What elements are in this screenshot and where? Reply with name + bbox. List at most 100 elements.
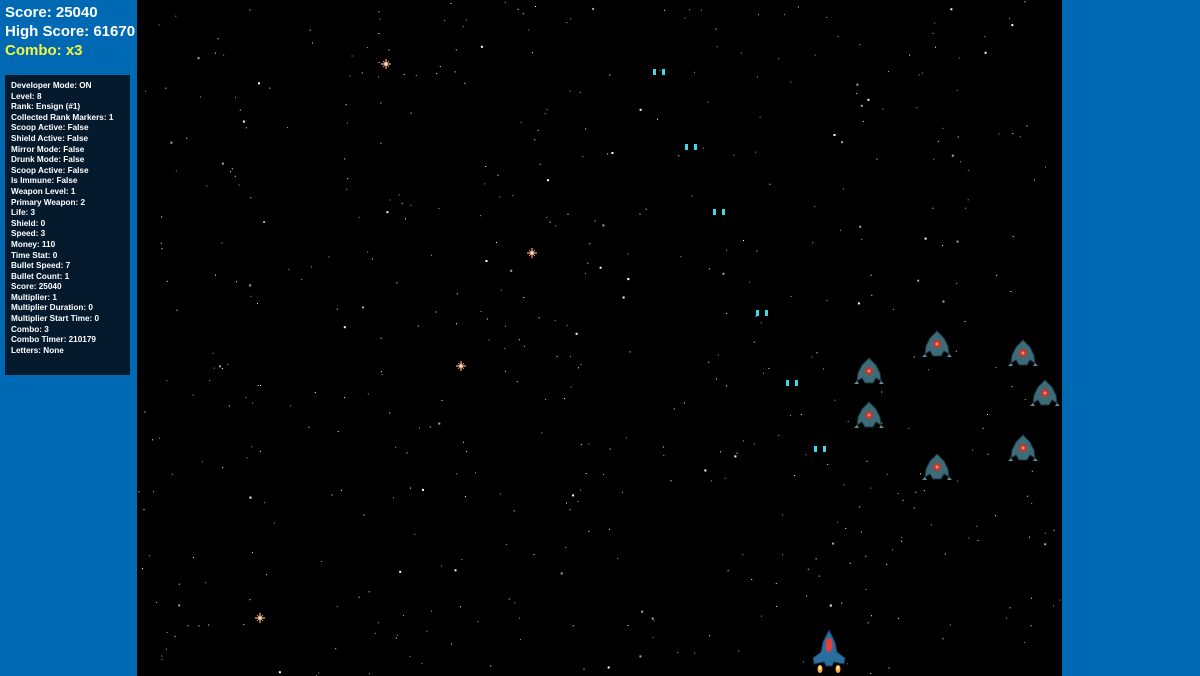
star bbox=[138, 491, 140, 493]
star bbox=[517, 8, 519, 10]
star bbox=[826, 300, 828, 301]
star bbox=[782, 554, 783, 556]
combo-display: Combo: x3 bbox=[5, 42, 83, 59]
sparkle-icon bbox=[255, 613, 265, 623]
star bbox=[221, 368, 223, 369]
star bbox=[378, 76, 379, 78]
star bbox=[367, 251, 369, 253]
star bbox=[377, 622, 379, 624]
star bbox=[331, 494, 333, 496]
star bbox=[1011, 24, 1014, 27]
star bbox=[859, 506, 861, 508]
star bbox=[336, 606, 338, 608]
star bbox=[866, 460, 868, 462]
sparkle-icon bbox=[381, 59, 391, 69]
star bbox=[518, 339, 520, 341]
star bbox=[358, 596, 360, 598]
star bbox=[859, 44, 861, 46]
star bbox=[856, 83, 859, 86]
star bbox=[753, 341, 755, 343]
star bbox=[570, 356, 572, 357]
star bbox=[942, 300, 945, 303]
star bbox=[967, 170, 969, 171]
star bbox=[1059, 599, 1061, 601]
star bbox=[480, 311, 482, 312]
star bbox=[583, 668, 585, 670]
star bbox=[381, 374, 383, 376]
star bbox=[909, 54, 911, 56]
star bbox=[826, 17, 828, 18]
star bbox=[435, 311, 437, 313]
star bbox=[166, 380, 168, 382]
star bbox=[519, 639, 521, 641]
star bbox=[161, 659, 163, 661]
debug-line: Multiplier Duration: 0 bbox=[11, 303, 93, 313]
star bbox=[639, 108, 642, 111]
star bbox=[145, 90, 147, 92]
star bbox=[234, 175, 236, 177]
star bbox=[859, 225, 862, 228]
star bbox=[670, 480, 672, 482]
star bbox=[1009, 607, 1011, 609]
star bbox=[264, 502, 266, 504]
star bbox=[409, 656, 411, 658]
star bbox=[278, 671, 281, 674]
star bbox=[901, 540, 903, 542]
star bbox=[867, 622, 869, 624]
star bbox=[198, 625, 200, 627]
star bbox=[534, 139, 536, 141]
star bbox=[396, 634, 398, 636]
star bbox=[513, 510, 515, 512]
star bbox=[142, 568, 143, 570]
star bbox=[956, 282, 958, 284]
star bbox=[955, 350, 957, 352]
star bbox=[340, 489, 342, 491]
star bbox=[662, 446, 664, 448]
star bbox=[673, 408, 675, 410]
star bbox=[505, 370, 506, 372]
enemy-ship-icon bbox=[1008, 434, 1038, 461]
star bbox=[915, 491, 917, 493]
star bbox=[930, 524, 932, 526]
star bbox=[1044, 532, 1046, 534]
game-playfield[interactable] bbox=[137, 0, 1062, 676]
debug-line: Weapon Level: 1 bbox=[11, 186, 76, 196]
star bbox=[585, 473, 587, 474]
star bbox=[580, 489, 582, 491]
star bbox=[812, 242, 814, 244]
star bbox=[871, 294, 873, 296]
star bbox=[410, 204, 412, 206]
star bbox=[143, 509, 145, 511]
star bbox=[393, 497, 395, 499]
star bbox=[454, 569, 457, 572]
debug-line: Score: 25040 bbox=[11, 282, 62, 292]
debug-line: Scoop Active: False bbox=[11, 123, 89, 133]
star bbox=[881, 422, 883, 424]
star bbox=[726, 385, 727, 387]
star bbox=[438, 422, 441, 425]
star bbox=[249, 599, 251, 601]
star bbox=[589, 243, 591, 245]
star bbox=[1030, 625, 1032, 627]
star bbox=[652, 637, 654, 639]
star bbox=[366, 47, 368, 49]
star bbox=[840, 229, 841, 231]
star bbox=[897, 493, 899, 495]
star bbox=[450, 3, 452, 4]
debug-line: Scoop Active: False bbox=[11, 165, 89, 175]
star bbox=[1031, 470, 1033, 472]
star bbox=[694, 652, 696, 654]
star bbox=[847, 663, 849, 665]
star bbox=[178, 583, 180, 585]
star bbox=[158, 437, 160, 439]
debug-line: Rank: Ensign (#1) bbox=[11, 102, 81, 112]
enemy-ship-icon bbox=[922, 330, 952, 357]
star bbox=[243, 624, 245, 626]
star bbox=[921, 72, 923, 74]
star bbox=[726, 249, 728, 251]
star bbox=[972, 449, 974, 451]
star bbox=[508, 598, 510, 600]
star bbox=[913, 507, 915, 509]
star bbox=[345, 104, 347, 106]
star bbox=[847, 420, 849, 422]
